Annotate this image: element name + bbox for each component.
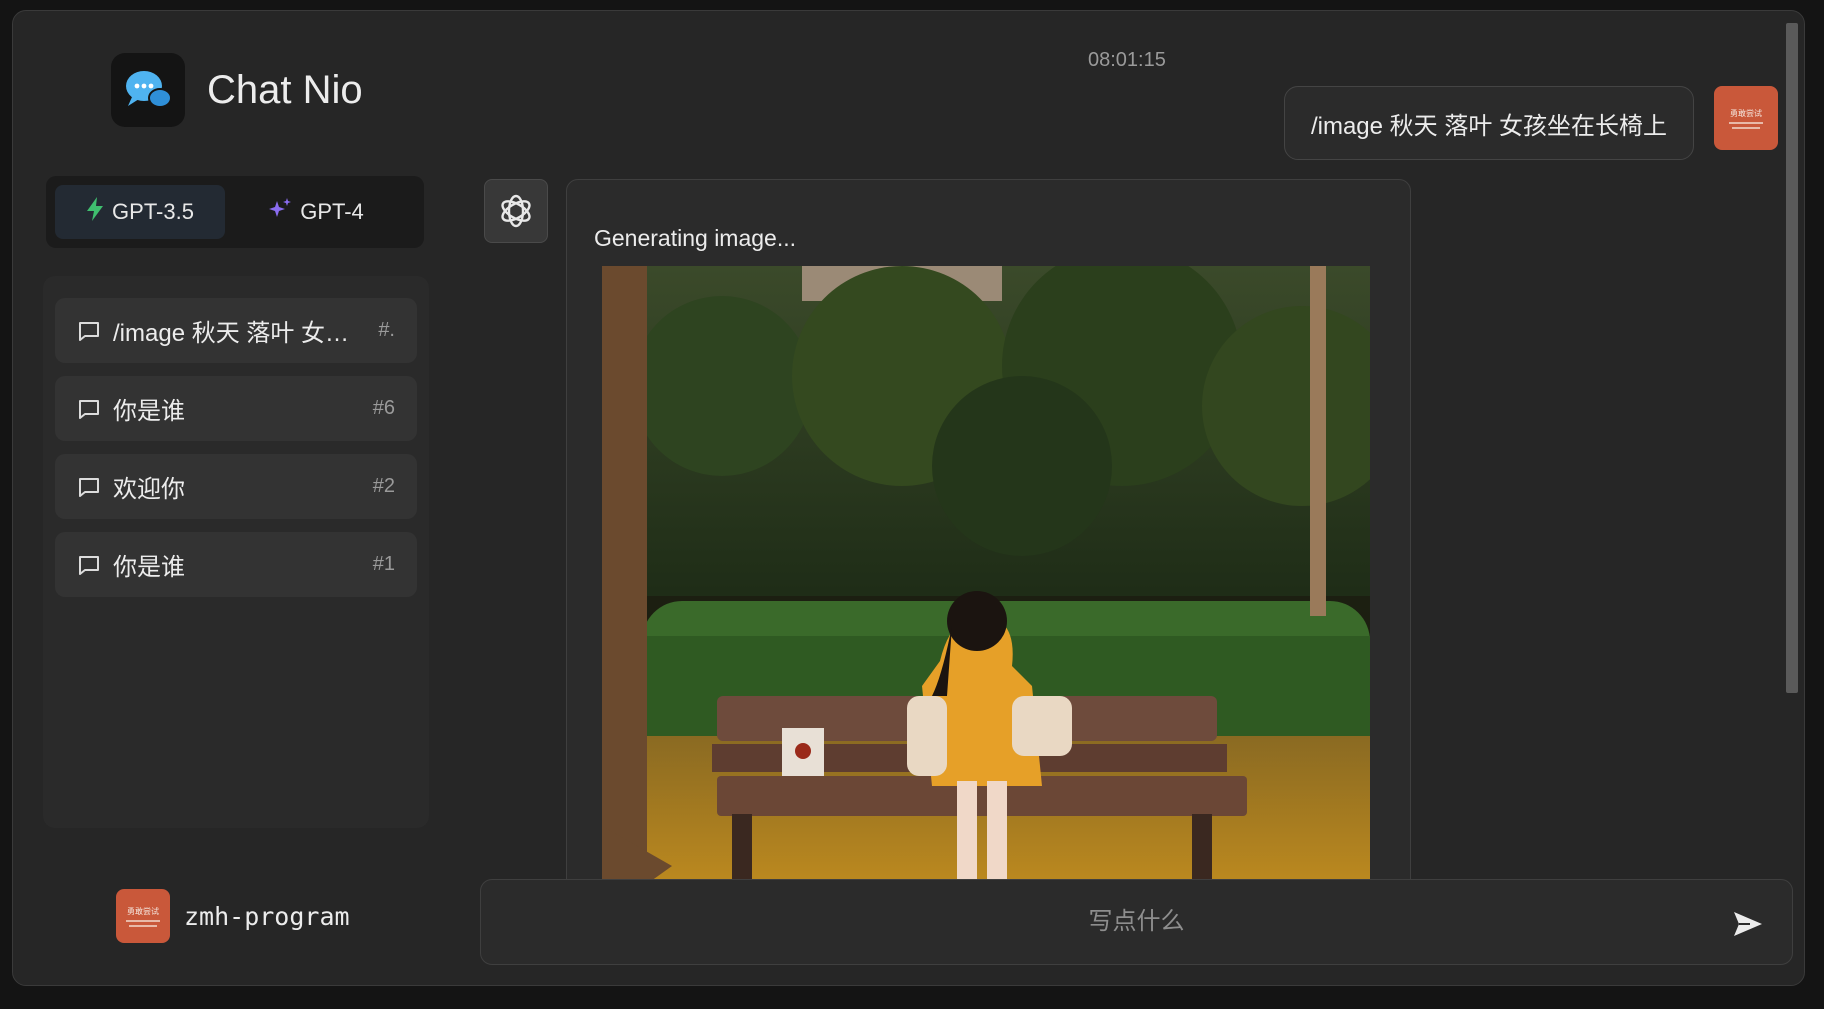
message-input-box: [480, 879, 1793, 965]
model-switch: GPT-3.5 GPT-4: [46, 176, 424, 248]
user-message: /image 秋天 落叶 女孩坐在长椅上: [1283, 86, 1694, 160]
message-square-icon: [77, 474, 103, 500]
model-gpt4-button[interactable]: GPT-4: [231, 185, 401, 239]
app-window: Chat Nio GPT-3.5 GPT-4 /image 秋天 落叶 女孩坐 …: [12, 10, 1805, 986]
send-icon[interactable]: [1730, 906, 1766, 942]
lightning-icon: [86, 197, 104, 227]
conversation-label: /image 秋天 落叶 女孩坐在长椅上: [113, 320, 369, 347]
conversation-item[interactable]: 你是谁 #1: [55, 532, 417, 597]
conversation-item[interactable]: 欢迎你 #2: [55, 454, 417, 519]
conversation-id: #6: [372, 397, 395, 419]
sparkles-icon: [268, 197, 292, 227]
assistant-message-text: Generating image...: [594, 225, 797, 251]
generated-image[interactable]: [602, 266, 1370, 898]
chat-bubbles-logo-icon: [111, 53, 185, 127]
conversation-id: #.: [378, 319, 395, 341]
openai-logo-icon: [484, 179, 548, 243]
app-title: Chat Nio: [207, 67, 363, 112]
conversation-item[interactable]: /image 秋天 落叶 女孩坐在长椅上 #.: [55, 298, 417, 363]
message-timestamp: 08:01:15: [1088, 49, 1166, 71]
conversation-list: /image 秋天 落叶 女孩坐在长椅上 #. 你是谁 #6 欢迎你 #2 你是…: [43, 276, 429, 828]
conversation-id: #1: [372, 553, 395, 575]
message-square-icon: [77, 552, 103, 578]
brand: Chat Nio: [111, 53, 363, 127]
model-gpt35-label: GPT-3.5: [112, 199, 194, 224]
user-profile[interactable]: 勇敢尝试 zmh-program: [116, 889, 350, 943]
model-gpt4-label: GPT-4: [300, 199, 364, 224]
model-gpt35-button[interactable]: GPT-3.5: [55, 185, 225, 239]
conversation-label: 欢迎你: [113, 476, 185, 503]
message-square-icon: [77, 396, 103, 422]
conversation-label: 你是谁: [113, 398, 185, 425]
user-message-avatar: 勇敢尝试: [1714, 86, 1778, 150]
username: zmh-program: [184, 901, 350, 931]
avatar-text: 勇敢尝试: [127, 906, 159, 916]
avatar: 勇敢尝试: [116, 889, 170, 943]
assistant-message: Generating image...: [566, 179, 1411, 899]
message-input[interactable]: [481, 880, 1792, 964]
message-square-icon: [77, 318, 103, 344]
avatar-text: 勇敢尝试: [1730, 108, 1762, 118]
scrollbar[interactable]: [1786, 23, 1798, 693]
conversation-id: #2: [372, 475, 395, 497]
conversation-item[interactable]: 你是谁 #6: [55, 376, 417, 441]
conversation-label: 你是谁: [113, 554, 185, 581]
